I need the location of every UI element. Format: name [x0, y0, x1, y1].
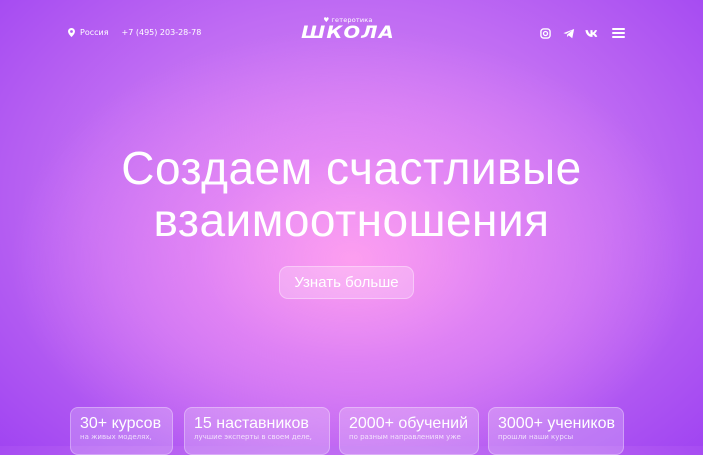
hero-heading: Создаем счастливые взаимоотношения: [0, 142, 703, 246]
stat-subtitle: на живых моделях,: [80, 433, 152, 441]
stat-title: 30+ курсов: [80, 415, 162, 432]
stats-row: 30+ курсов на живых моделях, 15 наставни…: [0, 407, 703, 455]
menu-icon[interactable]: [612, 28, 625, 38]
stat-title: 3000+ учеников: [498, 415, 615, 432]
contact-info: Россия +7 (495) 203-28-78: [68, 28, 201, 37]
header: Россия +7 (495) 203-28-78 ♥ гетеротика Ш…: [0, 0, 703, 60]
location-pin-icon: [68, 28, 75, 37]
stat-subtitle: по разным направлениям уже: [349, 433, 461, 441]
stat-title: 15 наставников: [194, 415, 309, 432]
instagram-icon[interactable]: [539, 27, 552, 39]
stat-subtitle: лучшие эксперты в своем деле,: [194, 433, 312, 441]
location-link[interactable]: Россия: [80, 28, 109, 37]
hero-line-2: взаимоотношения: [153, 194, 550, 246]
stat-card-students[interactable]: 3000+ учеников прошли наши курсы: [488, 407, 624, 455]
stat-subtitle: прошли наши курсы: [498, 433, 574, 441]
logo-wordmark: ШКОЛА: [301, 23, 395, 43]
telegram-icon[interactable]: [562, 27, 575, 39]
stat-card-mentors[interactable]: 15 наставников лучшие эксперты в своем д…: [184, 407, 330, 455]
social-links: [539, 27, 598, 39]
hero-line-1: Создаем счастливые: [121, 142, 582, 194]
vk-icon[interactable]: [585, 27, 598, 39]
stat-card-courses[interactable]: 30+ курсов на живых моделях,: [70, 407, 173, 455]
stat-card-trainings[interactable]: 2000+ обучений по разным направлениям уж…: [339, 407, 479, 455]
stat-title: 2000+ обучений: [349, 415, 469, 432]
learn-more-button[interactable]: Узнать больше: [279, 266, 414, 299]
phone-link[interactable]: +7 (495) 203-28-78: [122, 28, 202, 37]
logo[interactable]: ♥ гетеротика ШКОЛА: [301, 16, 394, 42]
